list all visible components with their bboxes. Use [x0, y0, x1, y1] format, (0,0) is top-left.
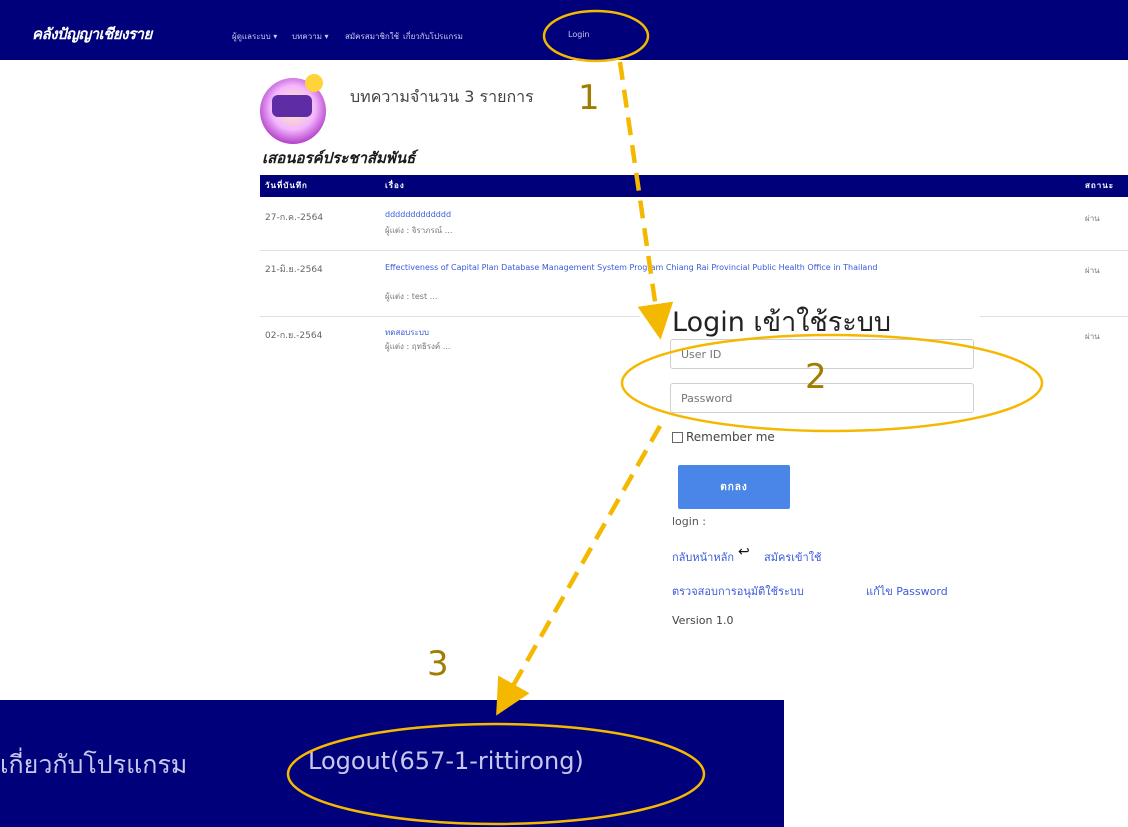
annotation-overlay — [286, 9, 1044, 826]
step-number-1: 1 — [578, 78, 600, 118]
highlight-ellipse-logout — [286, 722, 706, 826]
dashed-arrow-1 — [617, 61, 674, 340]
step-number-3: 3 — [427, 644, 449, 684]
highlight-ellipse-login — [542, 9, 650, 63]
step-number-2: 2 — [805, 357, 827, 397]
highlight-ellipse-credentials — [620, 333, 1044, 433]
dashed-arrow-2 — [496, 424, 662, 716]
